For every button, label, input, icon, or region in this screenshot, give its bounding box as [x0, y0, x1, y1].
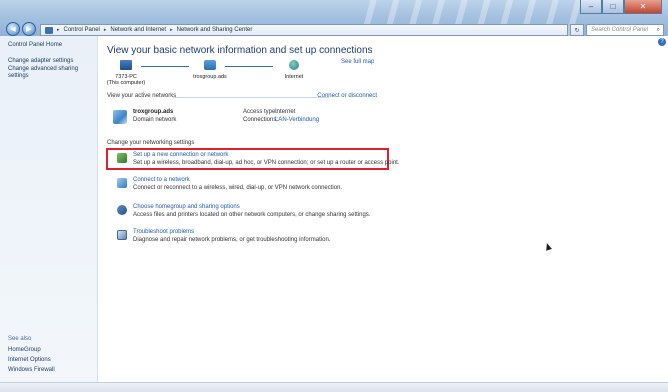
- map-node-network: troxgroup.ads: [185, 60, 235, 80]
- status-bar: [0, 382, 668, 392]
- homegroup-link[interactable]: HomeGroup: [8, 347, 41, 353]
- change-advanced-sharing-link-line2[interactable]: settings: [8, 73, 29, 79]
- left-navigation-pane: Control Panel Home Change adapter settin…: [0, 36, 98, 382]
- task-link[interactable]: Set up a new connection or network: [133, 152, 228, 158]
- map-node-sublabel: (This computer): [106, 80, 146, 86]
- access-type-label: Access type:: [243, 109, 278, 115]
- troubleshoot-icon: [117, 230, 127, 240]
- map-node-label: Internet: [284, 74, 304, 80]
- task-setup-connection[interactable]: Set up a new connection or network Set u…: [117, 152, 400, 172]
- refresh-button[interactable]: ↻: [570, 24, 584, 36]
- task-link[interactable]: Choose homegroup and sharing options: [133, 204, 240, 210]
- breadcrumb-network-and-internet[interactable]: Network and Internet: [110, 27, 166, 33]
- task-homegroup[interactable]: Choose homegroup and sharing options Acc…: [117, 204, 397, 224]
- back-button[interactable]: ◀: [6, 22, 20, 36]
- task-description: Access files and printers located on oth…: [133, 212, 371, 218]
- network-icon: [204, 60, 216, 70]
- homegroup-icon: [117, 205, 127, 215]
- search-placeholder: Search Control Panel: [591, 27, 649, 33]
- mouse-cursor-icon: [544, 242, 552, 251]
- connections-label: Connections:: [243, 117, 279, 123]
- map-node-internet: Internet: [269, 60, 319, 80]
- breadcrumb-control-panel[interactable]: Control Panel: [64, 27, 100, 33]
- breadcrumb-separator: ▸: [170, 27, 173, 33]
- change-settings-header: Change your networking settings: [107, 140, 667, 148]
- windows-firewall-link[interactable]: Windows Firewall: [8, 367, 55, 373]
- task-description: Diagnose and repair network problems, or…: [133, 237, 331, 243]
- access-type-row: Access type: Internet: [243, 109, 295, 115]
- address-bar[interactable]: ▸ Control Panel ▸ Network and Internet ▸…: [40, 24, 568, 36]
- search-icon[interactable]: ⌕: [657, 27, 660, 34]
- active-networks-label: View your active networks: [107, 93, 177, 99]
- search-input[interactable]: Search Control Panel ⌕: [586, 24, 664, 36]
- breadcrumb-network-sharing-center[interactable]: Network and Sharing Center: [177, 27, 253, 33]
- new-connection-icon: [117, 153, 127, 163]
- map-connector: [225, 66, 273, 67]
- map-node-computer: 7373-PC (This computer): [101, 60, 151, 86]
- change-settings-label: Change your networking settings: [107, 140, 195, 146]
- globe-icon: [289, 60, 299, 70]
- forward-button[interactable]: ▶: [22, 22, 36, 36]
- map-connector: [141, 66, 189, 67]
- task-description: Connect or reconnect to a wireless, wire…: [133, 185, 343, 191]
- active-networks-header: View your active networks Connect or dis…: [107, 93, 377, 101]
- control-panel-home-link[interactable]: Control Panel Home: [8, 42, 62, 48]
- page-title: View your basic network information and …: [107, 45, 373, 56]
- change-advanced-sharing-link[interactable]: Change advanced sharing: [8, 66, 78, 72]
- breadcrumb-separator: ▸: [57, 27, 60, 33]
- divider: [173, 97, 329, 98]
- see-also-header: See also: [8, 336, 32, 342]
- change-adapter-settings-link[interactable]: Change adapter settings: [8, 58, 73, 64]
- lan-connection-link[interactable]: LAN-Verbindung: [275, 117, 319, 123]
- close-button[interactable]: ✕: [624, 0, 662, 14]
- minimize-button[interactable]: –: [580, 0, 602, 14]
- connections-row: Connections: LAN-Verbindung: [243, 117, 319, 123]
- domain-network-icon: [113, 110, 127, 124]
- access-type-value: Internet: [275, 109, 296, 115]
- pc-icon: [120, 60, 132, 70]
- network-type: Domain network: [133, 117, 177, 123]
- active-network: troxgroup.ads Domain network Access type…: [113, 108, 383, 130]
- task-link[interactable]: Troubleshoot problems: [133, 229, 194, 235]
- network-name: troxgroup.ads: [133, 109, 174, 115]
- task-connect-network[interactable]: Connect to a network Connect or reconnec…: [117, 177, 397, 197]
- connect-disconnect-link[interactable]: Connect or disconnect: [317, 93, 377, 99]
- task-troubleshoot[interactable]: Troubleshoot problems Diagnose and repai…: [117, 229, 397, 249]
- help-icon[interactable]: ?: [658, 38, 666, 46]
- task-description: Set up a wireless, broadband, dial-up, a…: [133, 160, 400, 166]
- connect-network-icon: [117, 178, 127, 188]
- map-node-label: troxgroup.ads: [193, 74, 227, 80]
- task-link[interactable]: Connect to a network: [133, 177, 190, 183]
- breadcrumb-separator: ▸: [103, 27, 107, 33]
- control-panel-icon: [45, 26, 53, 34]
- internet-options-link[interactable]: Internet Options: [8, 357, 51, 363]
- maximize-button[interactable]: □: [602, 0, 624, 14]
- main-content: ? View your basic network information an…: [99, 36, 668, 382]
- window-controls: – □ ✕: [580, 0, 662, 14]
- see-full-map-link[interactable]: See full map: [341, 59, 374, 65]
